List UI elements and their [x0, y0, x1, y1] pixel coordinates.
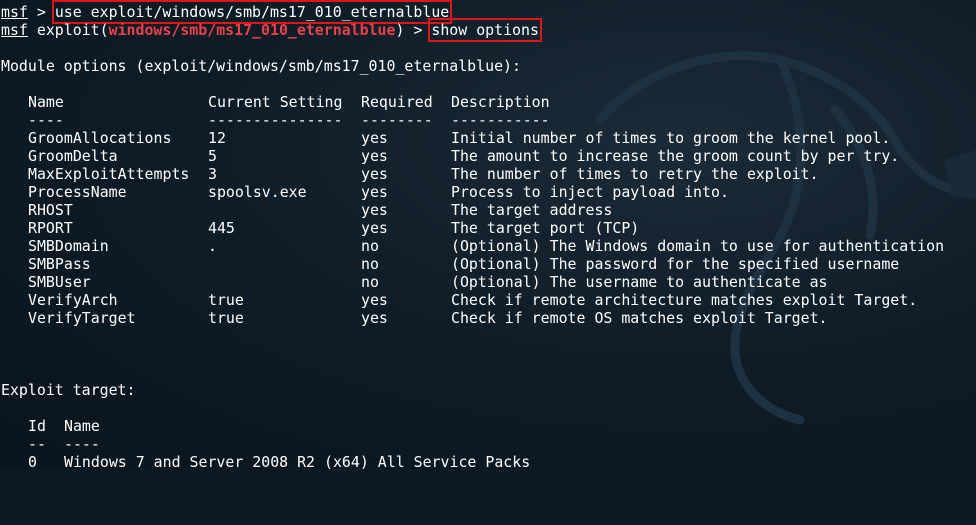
- underline-required: --------: [361, 111, 433, 129]
- msf-prompt: msf: [1, 21, 28, 39]
- option-required: no: [361, 237, 379, 255]
- option-required: yes: [361, 165, 388, 183]
- option-description: Process to inject payload into.: [451, 183, 729, 201]
- header-target-name: Name: [64, 417, 100, 435]
- option-required: yes: [361, 201, 388, 219]
- option-setting: 12: [208, 129, 226, 147]
- msf-prompt: msf: [1, 3, 28, 21]
- option-name: SMBDomain: [28, 237, 109, 255]
- option-name: SMBPass: [28, 255, 91, 273]
- option-name: GroomDelta: [28, 147, 118, 165]
- target-name: Windows 7 and Server 2008 R2 (x64) All S…: [64, 453, 531, 471]
- terminal-output: msf > use exploit/windows/smb/ms17_010_e…: [1, 0, 976, 471]
- option-name: VerifyTarget: [28, 309, 136, 327]
- option-row: VerifyTarget true yes Check if remote OS…: [1, 309, 976, 327]
- module-options-heading: Module options (exploit/windows/smb/ms17…: [1, 57, 521, 75]
- underline-target-name: ----: [64, 435, 100, 453]
- option-name: RHOST: [28, 201, 73, 219]
- option-row: SMBUser no (Optional) The username to au…: [1, 273, 976, 291]
- show-options-command-text[interactable]: show options: [428, 18, 542, 42]
- option-description: (Optional) The Windows domain to use for…: [451, 237, 945, 255]
- option-row: SMBDomain . no (Optional) The Windows do…: [1, 237, 976, 255]
- option-setting: .: [208, 237, 217, 255]
- option-description: The amount to increase the groom count b…: [451, 147, 900, 165]
- target-table-underline: -- ----: [1, 435, 976, 453]
- option-description: Check if remote OS matches exploit Targe…: [451, 309, 828, 327]
- option-setting: true: [208, 309, 244, 327]
- options-table-underline: ---- --------------- -------- ----------…: [1, 111, 976, 129]
- option-setting: spoolsv.exe: [208, 183, 307, 201]
- options-table-header: Name Current Setting Required Descriptio…: [1, 93, 976, 111]
- header-name: Name: [28, 93, 64, 111]
- option-row: MaxExploitAttempts 3 yes The number of t…: [1, 165, 976, 183]
- option-row: RPORT 445 yes The target port (TCP): [1, 219, 976, 237]
- option-description: The target port (TCP): [451, 219, 640, 237]
- exploit-prefix: exploit(: [36, 21, 109, 39]
- option-description: Check if remote architecture matches exp…: [451, 291, 918, 309]
- show-command-line: msf exploit(windows/smb/ms17_010_eternal…: [1, 18, 976, 42]
- underline-current-setting: ---------------: [208, 111, 343, 129]
- option-description: The number of times to retry the exploit…: [451, 165, 819, 183]
- option-required: yes: [361, 147, 388, 165]
- header-id: Id: [28, 417, 46, 435]
- use-command-line: msf > use exploit/windows/smb/ms17_010_e…: [1, 0, 976, 24]
- module-path: windows/smb/ms17_010_eternalblue: [108, 21, 396, 39]
- option-required: no: [361, 273, 379, 291]
- option-description: Initial number of times to groom the ker…: [451, 129, 891, 147]
- exploit-target-heading: Exploit target:: [1, 381, 136, 399]
- option-name: SMBUser: [28, 273, 91, 291]
- option-row: GroomAllocations 12 yes Initial number o…: [1, 129, 976, 147]
- option-setting: 5: [208, 147, 217, 165]
- use-command-text[interactable]: use exploit/windows/smb/ms17_010_eternal…: [51, 0, 453, 24]
- option-row: VerifyArch true yes Check if remote arch…: [1, 291, 976, 309]
- option-name: VerifyArch: [28, 291, 118, 309]
- option-row: SMBPass no (Optional) The password for t…: [1, 255, 976, 273]
- underline-id: --: [28, 435, 46, 453]
- option-setting: true: [208, 291, 244, 309]
- header-current-setting: Current Setting: [208, 93, 343, 111]
- option-description: (Optional) The password for the specifie…: [451, 255, 900, 273]
- option-required: yes: [361, 309, 388, 327]
- option-required: yes: [361, 219, 388, 237]
- option-setting: 3: [208, 165, 217, 183]
- option-row: GroomDelta 5 yes The amount to increase …: [1, 147, 976, 165]
- option-row: RHOST yes The target address: [1, 201, 976, 219]
- target-row: 0 Windows 7 and Server 2008 R2 (x64) All…: [1, 453, 976, 471]
- option-name: GroomAllocations: [28, 129, 172, 147]
- option-name: RPORT: [28, 219, 73, 237]
- option-name: ProcessName: [28, 183, 127, 201]
- target-table-header: Id Name: [1, 417, 976, 435]
- option-required: no: [361, 255, 379, 273]
- option-required: yes: [361, 183, 388, 201]
- option-required: yes: [361, 291, 388, 309]
- header-required: Required: [361, 93, 433, 111]
- target-id: 0: [28, 453, 37, 471]
- option-description: The target address: [451, 201, 613, 219]
- option-row: ProcessName spoolsv.exe yes Process to i…: [1, 183, 976, 201]
- option-name: MaxExploitAttempts: [28, 165, 190, 183]
- header-description: Description: [451, 93, 550, 111]
- option-required: yes: [361, 129, 388, 147]
- underline-description: -----------: [451, 111, 550, 129]
- option-description: (Optional) The username to authenticate …: [451, 273, 828, 291]
- underline-name: ----: [28, 111, 64, 129]
- prompt-arrow: >: [36, 3, 46, 21]
- option-setting: 445: [208, 219, 235, 237]
